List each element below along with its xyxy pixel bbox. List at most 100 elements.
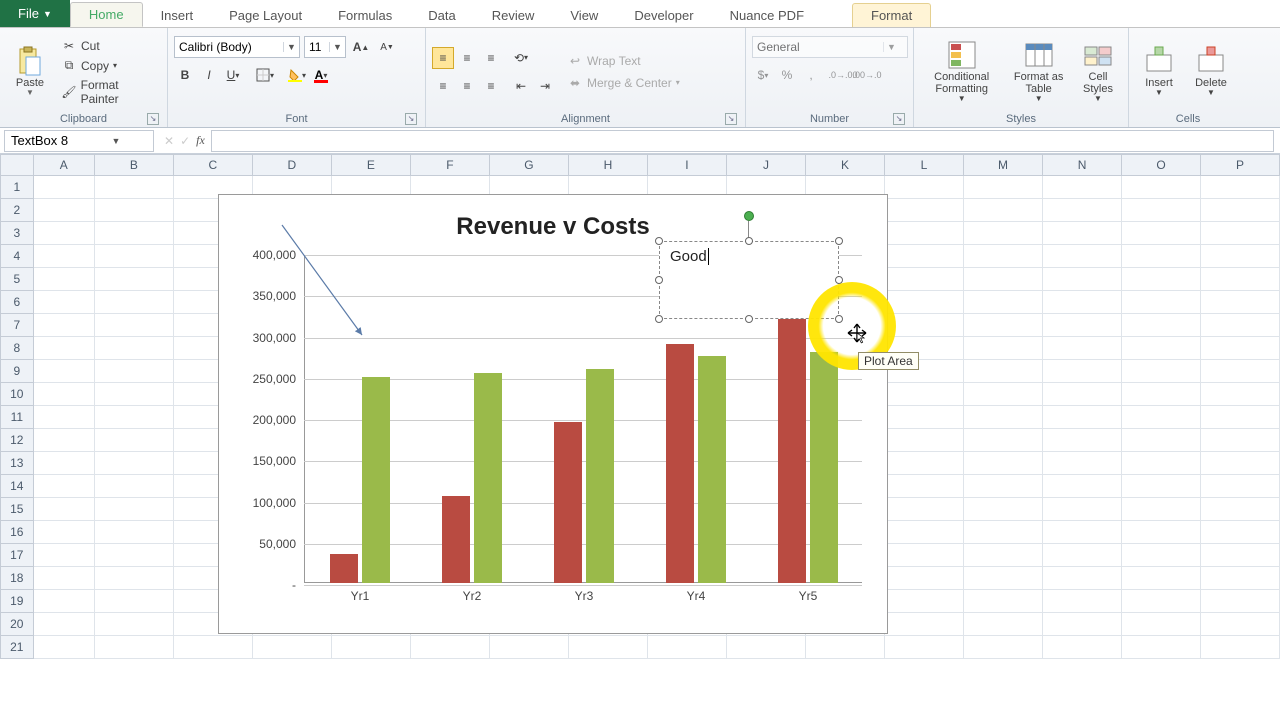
cell[interactable] — [1201, 291, 1280, 314]
cell[interactable] — [1043, 475, 1122, 498]
column-header[interactable]: D — [253, 154, 332, 176]
select-all-corner[interactable] — [0, 154, 34, 176]
cell[interactable] — [727, 636, 806, 659]
insert-cells-button[interactable]: Insert▼ — [1135, 43, 1183, 100]
paste-button[interactable]: Paste ▼ — [6, 43, 54, 100]
cell[interactable] — [1122, 636, 1201, 659]
row-header[interactable]: 20 — [0, 613, 34, 636]
column-header[interactable]: O — [1122, 154, 1201, 176]
resize-handle[interactable] — [745, 315, 753, 323]
column-header[interactable]: B — [95, 154, 174, 176]
column-header[interactable]: P — [1201, 154, 1280, 176]
tab-formulas[interactable]: Formulas — [320, 4, 410, 27]
row-header[interactable]: 6 — [0, 291, 34, 314]
align-center-button[interactable]: ≡ — [456, 75, 478, 97]
row-header[interactable]: 8 — [0, 337, 34, 360]
name-box[interactable]: TextBox 8▼ — [4, 130, 154, 152]
cell[interactable] — [174, 636, 253, 659]
cell[interactable] — [34, 613, 95, 636]
row-header[interactable]: 11 — [0, 406, 34, 429]
bar-revenue[interactable] — [666, 344, 694, 583]
row-header[interactable]: 19 — [0, 590, 34, 613]
resize-handle[interactable] — [655, 237, 663, 245]
cell[interactable] — [95, 222, 174, 245]
bar-costs[interactable] — [586, 369, 614, 584]
cell[interactable] — [1201, 567, 1280, 590]
fx-icon[interactable]: fx — [196, 133, 205, 148]
dialog-launcher-icon[interactable]: ↘ — [405, 113, 417, 125]
cell[interactable] — [34, 636, 95, 659]
align-top-button[interactable]: ≡ — [432, 47, 454, 69]
column-header[interactable]: A — [34, 154, 95, 176]
cell[interactable] — [885, 452, 964, 475]
cell[interactable] — [964, 360, 1043, 383]
cell[interactable] — [648, 636, 727, 659]
bar-costs[interactable] — [698, 356, 726, 583]
cell[interactable] — [95, 314, 174, 337]
column-header[interactable]: H — [569, 154, 648, 176]
resize-handle[interactable] — [655, 315, 663, 323]
cell[interactable] — [1043, 176, 1122, 199]
cell[interactable] — [95, 521, 174, 544]
cell[interactable] — [95, 245, 174, 268]
cell[interactable] — [1043, 521, 1122, 544]
cell[interactable] — [885, 636, 964, 659]
column-header[interactable]: E — [332, 154, 411, 176]
tab-data[interactable]: Data — [410, 4, 473, 27]
row-header[interactable]: 2 — [0, 199, 34, 222]
font-color-button[interactable]: A▾ — [310, 64, 332, 86]
row-header[interactable]: 1 — [0, 176, 34, 199]
tab-page-layout[interactable]: Page Layout — [211, 4, 320, 27]
cell[interactable] — [1043, 360, 1122, 383]
cancel-formula-icon[interactable]: ✕ — [164, 134, 174, 148]
cell[interactable] — [964, 245, 1043, 268]
cell[interactable] — [95, 544, 174, 567]
merge-center-button[interactable]: ⬌Merge & Center ▾ — [564, 74, 683, 92]
cell[interactable] — [1122, 176, 1201, 199]
row-header[interactable]: 12 — [0, 429, 34, 452]
cell[interactable] — [1201, 498, 1280, 521]
cell[interactable] — [1122, 544, 1201, 567]
cell[interactable] — [1043, 383, 1122, 406]
column-header[interactable]: L — [885, 154, 964, 176]
align-left-button[interactable]: ≡ — [432, 75, 454, 97]
comma-button[interactable]: , — [800, 64, 822, 86]
cell[interactable] — [1043, 567, 1122, 590]
cell[interactable] — [1043, 613, 1122, 636]
cell[interactable] — [34, 337, 95, 360]
cell[interactable] — [34, 199, 95, 222]
cell[interactable] — [1201, 590, 1280, 613]
cell[interactable] — [1043, 636, 1122, 659]
underline-button[interactable]: U▾ — [222, 64, 244, 86]
align-bottom-button[interactable]: ≡ — [480, 47, 502, 69]
cell[interactable] — [1201, 337, 1280, 360]
cell[interactable] — [964, 337, 1043, 360]
format-painter-button[interactable]: 🖌Format Painter — [58, 77, 161, 107]
cell[interactable] — [1043, 498, 1122, 521]
cell[interactable] — [964, 199, 1043, 222]
cell[interactable] — [34, 521, 95, 544]
cell[interactable] — [1043, 222, 1122, 245]
cell[interactable] — [885, 314, 964, 337]
cell[interactable] — [964, 268, 1043, 291]
cell[interactable] — [1201, 544, 1280, 567]
cell[interactable] — [1122, 567, 1201, 590]
increase-indent-button[interactable]: ⇥ — [534, 75, 556, 97]
cell[interactable] — [1122, 590, 1201, 613]
cell[interactable] — [1122, 222, 1201, 245]
bold-button[interactable]: B — [174, 64, 196, 86]
cell[interactable] — [34, 475, 95, 498]
cell[interactable] — [1043, 337, 1122, 360]
row-header[interactable]: 7 — [0, 314, 34, 337]
tab-view[interactable]: View — [552, 4, 616, 27]
cell[interactable] — [885, 245, 964, 268]
align-middle-button[interactable]: ≡ — [456, 47, 478, 69]
rotation-handle[interactable] — [744, 211, 754, 221]
resize-handle[interactable] — [745, 237, 753, 245]
tab-insert[interactable]: Insert — [143, 4, 212, 27]
cell[interactable] — [885, 498, 964, 521]
cell[interactable] — [1201, 176, 1280, 199]
bar-costs[interactable] — [474, 373, 502, 583]
cell[interactable] — [1201, 636, 1280, 659]
cell[interactable] — [964, 314, 1043, 337]
